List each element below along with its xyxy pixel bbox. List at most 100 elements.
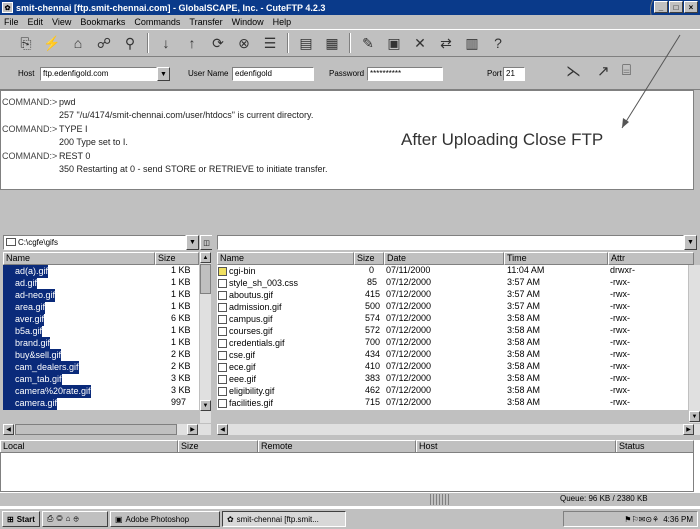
local-hscrollbar[interactable]: ◀ ▶ — [3, 424, 211, 435]
log-command: COMMAND:> — [2, 97, 58, 107]
log-line: 350 Restarting at 0 - send STORE or RETR… — [59, 164, 328, 174]
toolbar-separator — [287, 33, 289, 53]
scroll-left-icon[interactable]: ◀ — [217, 424, 228, 435]
taskbar-item-photoshop[interactable]: ▣ Adobe Photoshop — [109, 511, 220, 527]
host-input[interactable]: ftp.edenfigold.com — [40, 67, 157, 81]
remote-scrollbar[interactable]: ▼ — [688, 265, 700, 423]
log-line: 200 Type set to I. — [59, 137, 128, 147]
list-item[interactable]: camera.gif 997 — [3, 397, 200, 410]
clock: 4:36 PM — [663, 514, 693, 524]
taskbar-item-cuteftp[interactable]: ✿ smit-chennai [ftp.smit... — [221, 511, 346, 527]
remote-hscrollbar[interactable]: ◀ ▶ — [217, 424, 700, 435]
password-label: Password — [329, 69, 365, 78]
scroll-thumb[interactable] — [15, 424, 177, 435]
remote-file-list: cgi-bin 0 07/11/2000 11:04 AM drwxr- style_s… — [217, 265, 694, 410]
menu-file[interactable]: File — [4, 17, 19, 27]
refresh-icon[interactable]: ⟳ — [206, 32, 230, 54]
log-line: 257 "/u/4174/smit-chennai.com/user/htdoc… — [59, 110, 314, 120]
cuteftp-icon: ✿ — [226, 514, 234, 524]
log-command: COMMAND:> — [2, 124, 58, 134]
local-path-dropdown[interactable]: ▼ — [186, 235, 199, 250]
tray-icons: ⚑⚐✉⊙⚘ — [624, 514, 660, 524]
port-input[interactable]: 21 — [503, 67, 525, 81]
host-dropdown[interactable]: ▼ — [157, 67, 170, 81]
scroll-left-icon[interactable]: ◀ — [3, 424, 14, 435]
local-header-size[interactable]: Size — [155, 252, 199, 265]
menu-edit[interactable]: Edit — [28, 17, 44, 27]
list-icon[interactable]: ▦ — [320, 32, 344, 54]
rename-icon[interactable]: ⇄ — [434, 32, 458, 54]
remote-header-time[interactable]: Time — [504, 252, 608, 265]
window-title: smit-chennai [ftp.smit-chennai.com] - Gl… — [16, 2, 326, 13]
log-line: REST 0 — [59, 151, 91, 161]
queue-icon[interactable]: ☰ — [258, 32, 282, 54]
download-icon[interactable]: ↓ — [154, 32, 178, 54]
remote-path-dropdown[interactable]: ▼ — [684, 235, 697, 250]
scroll-up-icon[interactable]: ▲ — [200, 252, 211, 263]
remote-header-attr[interactable]: Attr — [608, 252, 694, 265]
toolbar-separator — [349, 33, 351, 53]
scroll-right-icon[interactable]: ▶ — [187, 424, 198, 435]
menu-help[interactable]: Help — [273, 17, 292, 27]
scroll-right-icon[interactable]: ▶ — [683, 424, 694, 435]
progress-indicator — [430, 494, 450, 505]
title-bar: ✿ smit-chennai [ftp.smit-chennai.com] - … — [0, 0, 700, 15]
log-line: TYPE I — [59, 124, 88, 134]
local-header-name[interactable]: Name — [3, 252, 155, 265]
host-label: Host — [18, 69, 35, 78]
help-icon[interactable]: ? — [486, 32, 510, 54]
local-scrollbar[interactable]: ▲ ▼ — [199, 252, 211, 423]
remote-path-input[interactable] — [217, 235, 684, 250]
quick-connect-icon[interactable]: ⌂ — [66, 32, 90, 54]
queue-header: Local Size Remote Host Status — [0, 440, 694, 453]
table-row[interactable]: facilities.gif 715 07/12/2000 3:58 AM -rwx- — [217, 397, 694, 410]
status-bar: Queue: 96 KB / 2380 KB — [0, 492, 700, 506]
menu-bar: File Edit View Bookmarks Commands Transf… — [0, 15, 700, 29]
system-tray: ⚑⚐✉⊙⚘ 4:36 PM — [563, 511, 698, 527]
app-icon: ✿ — [2, 2, 13, 13]
annotation-text: After Uploading Close FTP — [401, 130, 604, 149]
user-name-label: User Name — [188, 69, 229, 78]
queue-status: Queue: 96 KB / 2380 KB — [560, 494, 648, 503]
local-file-list: ad(a).gif 1 KB ad.gif 1 KB ad-neo.gif 1 KB … — [3, 265, 200, 410]
toolbar-separator — [147, 33, 149, 53]
pane-divider — [0, 190, 700, 221]
windows-logo-icon: ⊞ — [7, 514, 14, 524]
menu-bookmarks[interactable]: Bookmarks — [80, 17, 125, 27]
remote-header-date[interactable]: Date — [384, 252, 504, 265]
drive-icon — [6, 238, 16, 246]
menu-transfer[interactable]: Transfer — [189, 17, 222, 27]
scroll-down-icon[interactable]: ▼ — [200, 400, 211, 411]
log-command: COMMAND:> — [2, 151, 58, 161]
photoshop-icon: ▣ — [114, 514, 123, 524]
menu-window[interactable]: Window — [232, 17, 264, 27]
password-input[interactable]: ********** — [367, 67, 443, 81]
disconnect-icon[interactable]: ⎘ — [14, 32, 38, 54]
annotation-arrow — [621, 34, 681, 129]
local-path: C:\cgfe\gifs — [18, 238, 59, 247]
view-icon[interactable]: ▤ — [294, 32, 318, 54]
start-button[interactable]: ⊞ Start — [2, 511, 40, 527]
local-path-input[interactable]: C:\cgfe\gifs — [3, 235, 186, 250]
quick-launch[interactable]: ⎙◎⌂⊕ — [41, 511, 108, 527]
menu-commands[interactable]: Commands — [134, 17, 180, 27]
port-label: Port — [487, 69, 502, 78]
remote-header-size[interactable]: Size — [354, 252, 384, 265]
filter-icon[interactable]: ▥ — [460, 32, 484, 54]
search-icon[interactable]: ⚲ — [118, 32, 142, 54]
stop-icon[interactable]: ⊗ — [232, 32, 256, 54]
site-manager-icon[interactable]: ☍ — [92, 32, 116, 54]
edit-icon[interactable]: ✎ — [356, 32, 380, 54]
user-name-input[interactable]: edenfigold — [232, 67, 314, 81]
log-line: pwd — [59, 97, 76, 107]
taskbar: ⊞ Start ⎙◎⌂⊕ ▣ Adobe Photoshop ✿ smit-chenn… — [0, 508, 700, 529]
queue-list — [0, 452, 694, 492]
menu-view[interactable]: View — [52, 17, 71, 27]
upload-icon[interactable]: ↑ — [180, 32, 204, 54]
terminal-icon[interactable]: ▣ — [382, 32, 406, 54]
delete-icon[interactable]: ✕ — [408, 32, 432, 54]
remote-header-name[interactable]: Name — [217, 252, 354, 265]
reconnect-icon[interactable]: ⚡ — [40, 32, 64, 54]
scroll-down-icon[interactable]: ▼ — [689, 411, 700, 422]
scroll-thumb[interactable] — [200, 264, 211, 294]
